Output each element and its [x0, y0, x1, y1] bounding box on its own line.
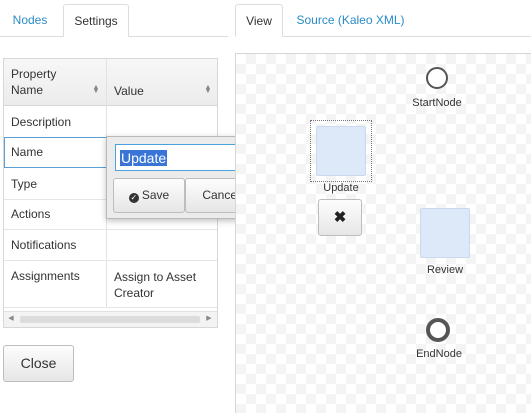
row-assignments-value[interactable]: Assign to Asset Creator [107, 269, 217, 301]
header-property-name[interactable]: Property Name [4, 66, 84, 98]
check-circle-icon: ✓ [128, 193, 139, 203]
name-edit-text: Update [120, 150, 168, 166]
selected-text: Update [120, 150, 168, 166]
row-divider [4, 307, 217, 308]
horizontal-scrollbar[interactable]: ◀ ▶ [4, 311, 217, 327]
row-notifications-label[interactable]: Notifications [4, 238, 83, 252]
tab-settings[interactable]: Settings [63, 4, 129, 37]
tab-nodes[interactable]: Nodes [2, 4, 58, 37]
row-assignments-label[interactable]: Assignments [4, 269, 87, 283]
delete-node-button[interactable]: ✖ [318, 199, 362, 236]
scroll-right-icon[interactable]: ▶ [202, 312, 216, 327]
times-icon: ✖ [333, 209, 347, 226]
diagram-canvas[interactable] [235, 53, 531, 413]
sort-value-icon[interactable]: ▲ ▼ [204, 84, 212, 95]
review-node[interactable] [420, 208, 470, 258]
end-node-icon[interactable] [426, 318, 450, 342]
save-button[interactable]: ✓ Save [113, 178, 185, 213]
row-divider [4, 260, 217, 261]
header-value[interactable]: Value [107, 83, 151, 99]
start-node-label: StartNode [412, 97, 462, 109]
save-label: Save [141, 188, 170, 202]
row-description-label[interactable]: Description [4, 115, 78, 129]
scroll-thumb[interactable] [20, 316, 200, 323]
review-node-label: Review [426, 264, 464, 276]
row-divider [4, 229, 217, 230]
row-type-label[interactable]: Type [4, 177, 44, 191]
update-node-label: Update [323, 182, 359, 194]
row-name-label[interactable]: Name [4, 145, 50, 159]
scroll-left-icon[interactable]: ◀ [4, 312, 18, 327]
update-node[interactable] [316, 126, 366, 176]
end-node-label: EndNode [416, 348, 462, 360]
close-button[interactable]: Close [3, 345, 74, 382]
tab-view[interactable]: View [235, 4, 283, 37]
start-node-icon[interactable] [426, 67, 448, 89]
row-actions-label[interactable]: Actions [4, 207, 57, 221]
sort-property-icon[interactable]: ▲ ▼ [92, 84, 100, 95]
tab-source-kaleo-xml[interactable]: Source (Kaleo XML) [288, 4, 413, 37]
